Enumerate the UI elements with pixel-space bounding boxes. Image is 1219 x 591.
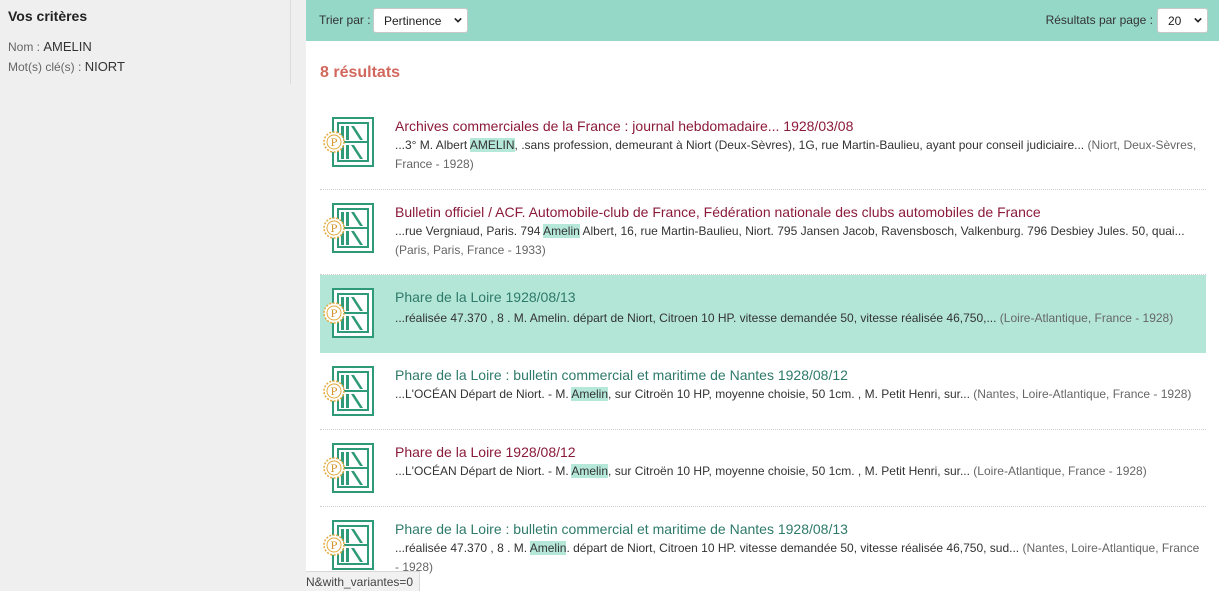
svg-text:P: P bbox=[331, 541, 338, 552]
result-snippet: ...3° M. Albert AMELIN, .sans profession… bbox=[395, 136, 1203, 174]
snippet-text-before: ...L'OCÉAN Départ de Niort. - M. bbox=[395, 387, 572, 401]
svg-text:P: P bbox=[331, 309, 338, 320]
result-title[interactable]: Phare de la Loire 1928/08/12 bbox=[395, 444, 576, 460]
snippet-text-before: ...réalisée 47.370 , 8 . M. bbox=[395, 311, 530, 325]
snippet-text-after: , .sans profession, demeurant à Niort (D… bbox=[514, 138, 1085, 152]
press-badge-icon: P bbox=[323, 457, 345, 479]
snippet-highlight: AMELIN bbox=[469, 138, 515, 152]
sort-label: Trier par : bbox=[319, 13, 371, 27]
svg-text:P: P bbox=[331, 224, 338, 235]
criterion-name: Nom : AMELIN bbox=[8, 39, 92, 54]
result-item[interactable]: P Phare de la Loire 1928/08/13 ...réalis… bbox=[320, 275, 1206, 353]
result-snippet: ...L'OCÉAN Départ de Niort. - M. Amelin,… bbox=[395, 462, 1203, 481]
chevron-down-icon bbox=[454, 17, 462, 23]
snippet-highlight: Amelin bbox=[529, 311, 567, 325]
svg-text:P: P bbox=[331, 387, 338, 398]
criterion-keywords: Mot(s) clé(s) : NIORT bbox=[8, 59, 125, 74]
snippet-text-before: ...L'OCÉAN Départ de Niort. - M. bbox=[395, 464, 572, 478]
perpage-select-value: 20 bbox=[1168, 14, 1182, 28]
result-item[interactable]: P Bulletin officiel / ACF. Automobile-cl… bbox=[320, 190, 1206, 275]
result-item[interactable]: P Archives commerciales de la France : j… bbox=[320, 104, 1206, 190]
snippet-text-before: ...réalisée 47.370 , 8 . M. bbox=[395, 541, 530, 555]
perpage-select[interactable]: 20 bbox=[1157, 8, 1208, 33]
results-main: Trier par : Pertinence Résultats par pag… bbox=[306, 0, 1219, 591]
criterion-label: Mot(s) clé(s) : bbox=[8, 60, 82, 74]
sort-select-value: Pertinence bbox=[384, 14, 442, 28]
criteria-panel: Vos critères Nom : AMELIN Mot(s) clé(s) … bbox=[0, 0, 291, 84]
chevron-down-icon bbox=[1194, 17, 1202, 23]
criterion-label: Nom : bbox=[8, 40, 41, 54]
results-toolbar: Trier par : Pertinence Résultats par pag… bbox=[306, 0, 1219, 41]
press-document-icon[interactable]: P bbox=[323, 442, 375, 494]
snippet-highlight: Amelin bbox=[543, 224, 580, 238]
snippet-highlight: Amelin bbox=[571, 464, 609, 478]
results-list: P Archives commerciales de la France : j… bbox=[320, 104, 1206, 591]
result-item[interactable]: P Phare de la Loire 1928/08/12 ...L'OCÉA… bbox=[320, 430, 1206, 507]
result-title[interactable]: Phare de la Loire : bulletin commercial … bbox=[395, 521, 848, 537]
perpage-label: Résultats par page : bbox=[1045, 13, 1153, 27]
snippet-text-before: ...3° M. Albert bbox=[395, 138, 470, 152]
result-meta: (Nantes, Loire-Atlantique, France - 1928… bbox=[969, 387, 1192, 401]
result-item[interactable]: P Phare de la Loire : bulletin commercia… bbox=[320, 507, 1206, 591]
result-meta: (Loire-Atlantique, France - 1928) bbox=[996, 311, 1174, 325]
snippet-text-after: . départ de Niort, Citroen 10 HP. vitess… bbox=[566, 311, 997, 325]
svg-text:P: P bbox=[331, 464, 338, 475]
result-title[interactable]: Phare de la Loire : bulletin commercial … bbox=[395, 367, 848, 383]
press-badge-icon: P bbox=[323, 534, 345, 556]
result-title[interactable]: Bulletin officiel / ACF. Automobile-club… bbox=[395, 204, 1041, 220]
result-meta: (Paris, Paris, France - 1933) bbox=[395, 243, 546, 257]
criteria-title: Vos critères bbox=[8, 8, 88, 24]
press-document-icon[interactable]: P bbox=[323, 202, 375, 254]
criterion-value: AMELIN bbox=[43, 39, 92, 54]
snippet-text-after: , sur Citroën 10 HP, moyenne choisie, 50… bbox=[608, 464, 970, 478]
snippet-text-after: . départ de Niort, Citroen 10 HP. vitess… bbox=[566, 541, 1020, 555]
sidebar-background bbox=[0, 84, 306, 591]
press-badge-icon: P bbox=[323, 131, 345, 153]
sort-select[interactable]: Pertinence bbox=[373, 8, 468, 33]
sidebar: Vos critères Nom : AMELIN Mot(s) clé(s) … bbox=[0, 0, 306, 591]
press-document-icon[interactable]: P bbox=[323, 287, 375, 339]
press-document-icon[interactable]: P bbox=[323, 519, 375, 571]
result-item[interactable]: P Phare de la Loire : bulletin commercia… bbox=[320, 353, 1206, 430]
snippet-highlight: Amelin bbox=[571, 387, 609, 401]
result-snippet: ...réalisée 47.370 , 8 . M. Amelin. dépa… bbox=[395, 309, 1203, 328]
results-count: 8 résultats bbox=[320, 64, 401, 81]
result-snippet: ...réalisée 47.370 , 8 . M. Amelin. dépa… bbox=[395, 539, 1203, 577]
snippet-text-after: , sur Citroën 10 HP, moyenne choisie, 50… bbox=[608, 387, 970, 401]
criterion-value: NIORT bbox=[84, 59, 125, 74]
result-title[interactable]: Archives commerciales de la France : jou… bbox=[395, 118, 853, 134]
press-document-icon[interactable]: P bbox=[323, 365, 375, 417]
svg-text:P: P bbox=[331, 138, 338, 149]
snippet-highlight: Amelin bbox=[529, 541, 567, 555]
result-meta: (Loire-Atlantique, France - 1928) bbox=[969, 464, 1147, 478]
press-badge-icon: P bbox=[323, 217, 345, 239]
result-title[interactable]: Phare de la Loire 1928/08/13 bbox=[395, 289, 576, 305]
press-document-icon[interactable]: P bbox=[323, 116, 375, 168]
status-url: N&with_variantes=0 bbox=[306, 571, 421, 591]
press-badge-icon: P bbox=[323, 302, 345, 324]
snippet-text-before: ...rue Vergniaud, Paris. 794 bbox=[395, 224, 544, 238]
result-snippet: ...rue Vergniaud, Paris. 794 Amelin Albe… bbox=[395, 222, 1203, 260]
press-badge-icon: P bbox=[323, 380, 345, 402]
snippet-text-after: Albert, 16, rue Martin-Baulieu, Niort. 7… bbox=[579, 224, 1185, 238]
result-snippet: ...L'OCÉAN Départ de Niort. - M. Amelin,… bbox=[395, 385, 1203, 404]
